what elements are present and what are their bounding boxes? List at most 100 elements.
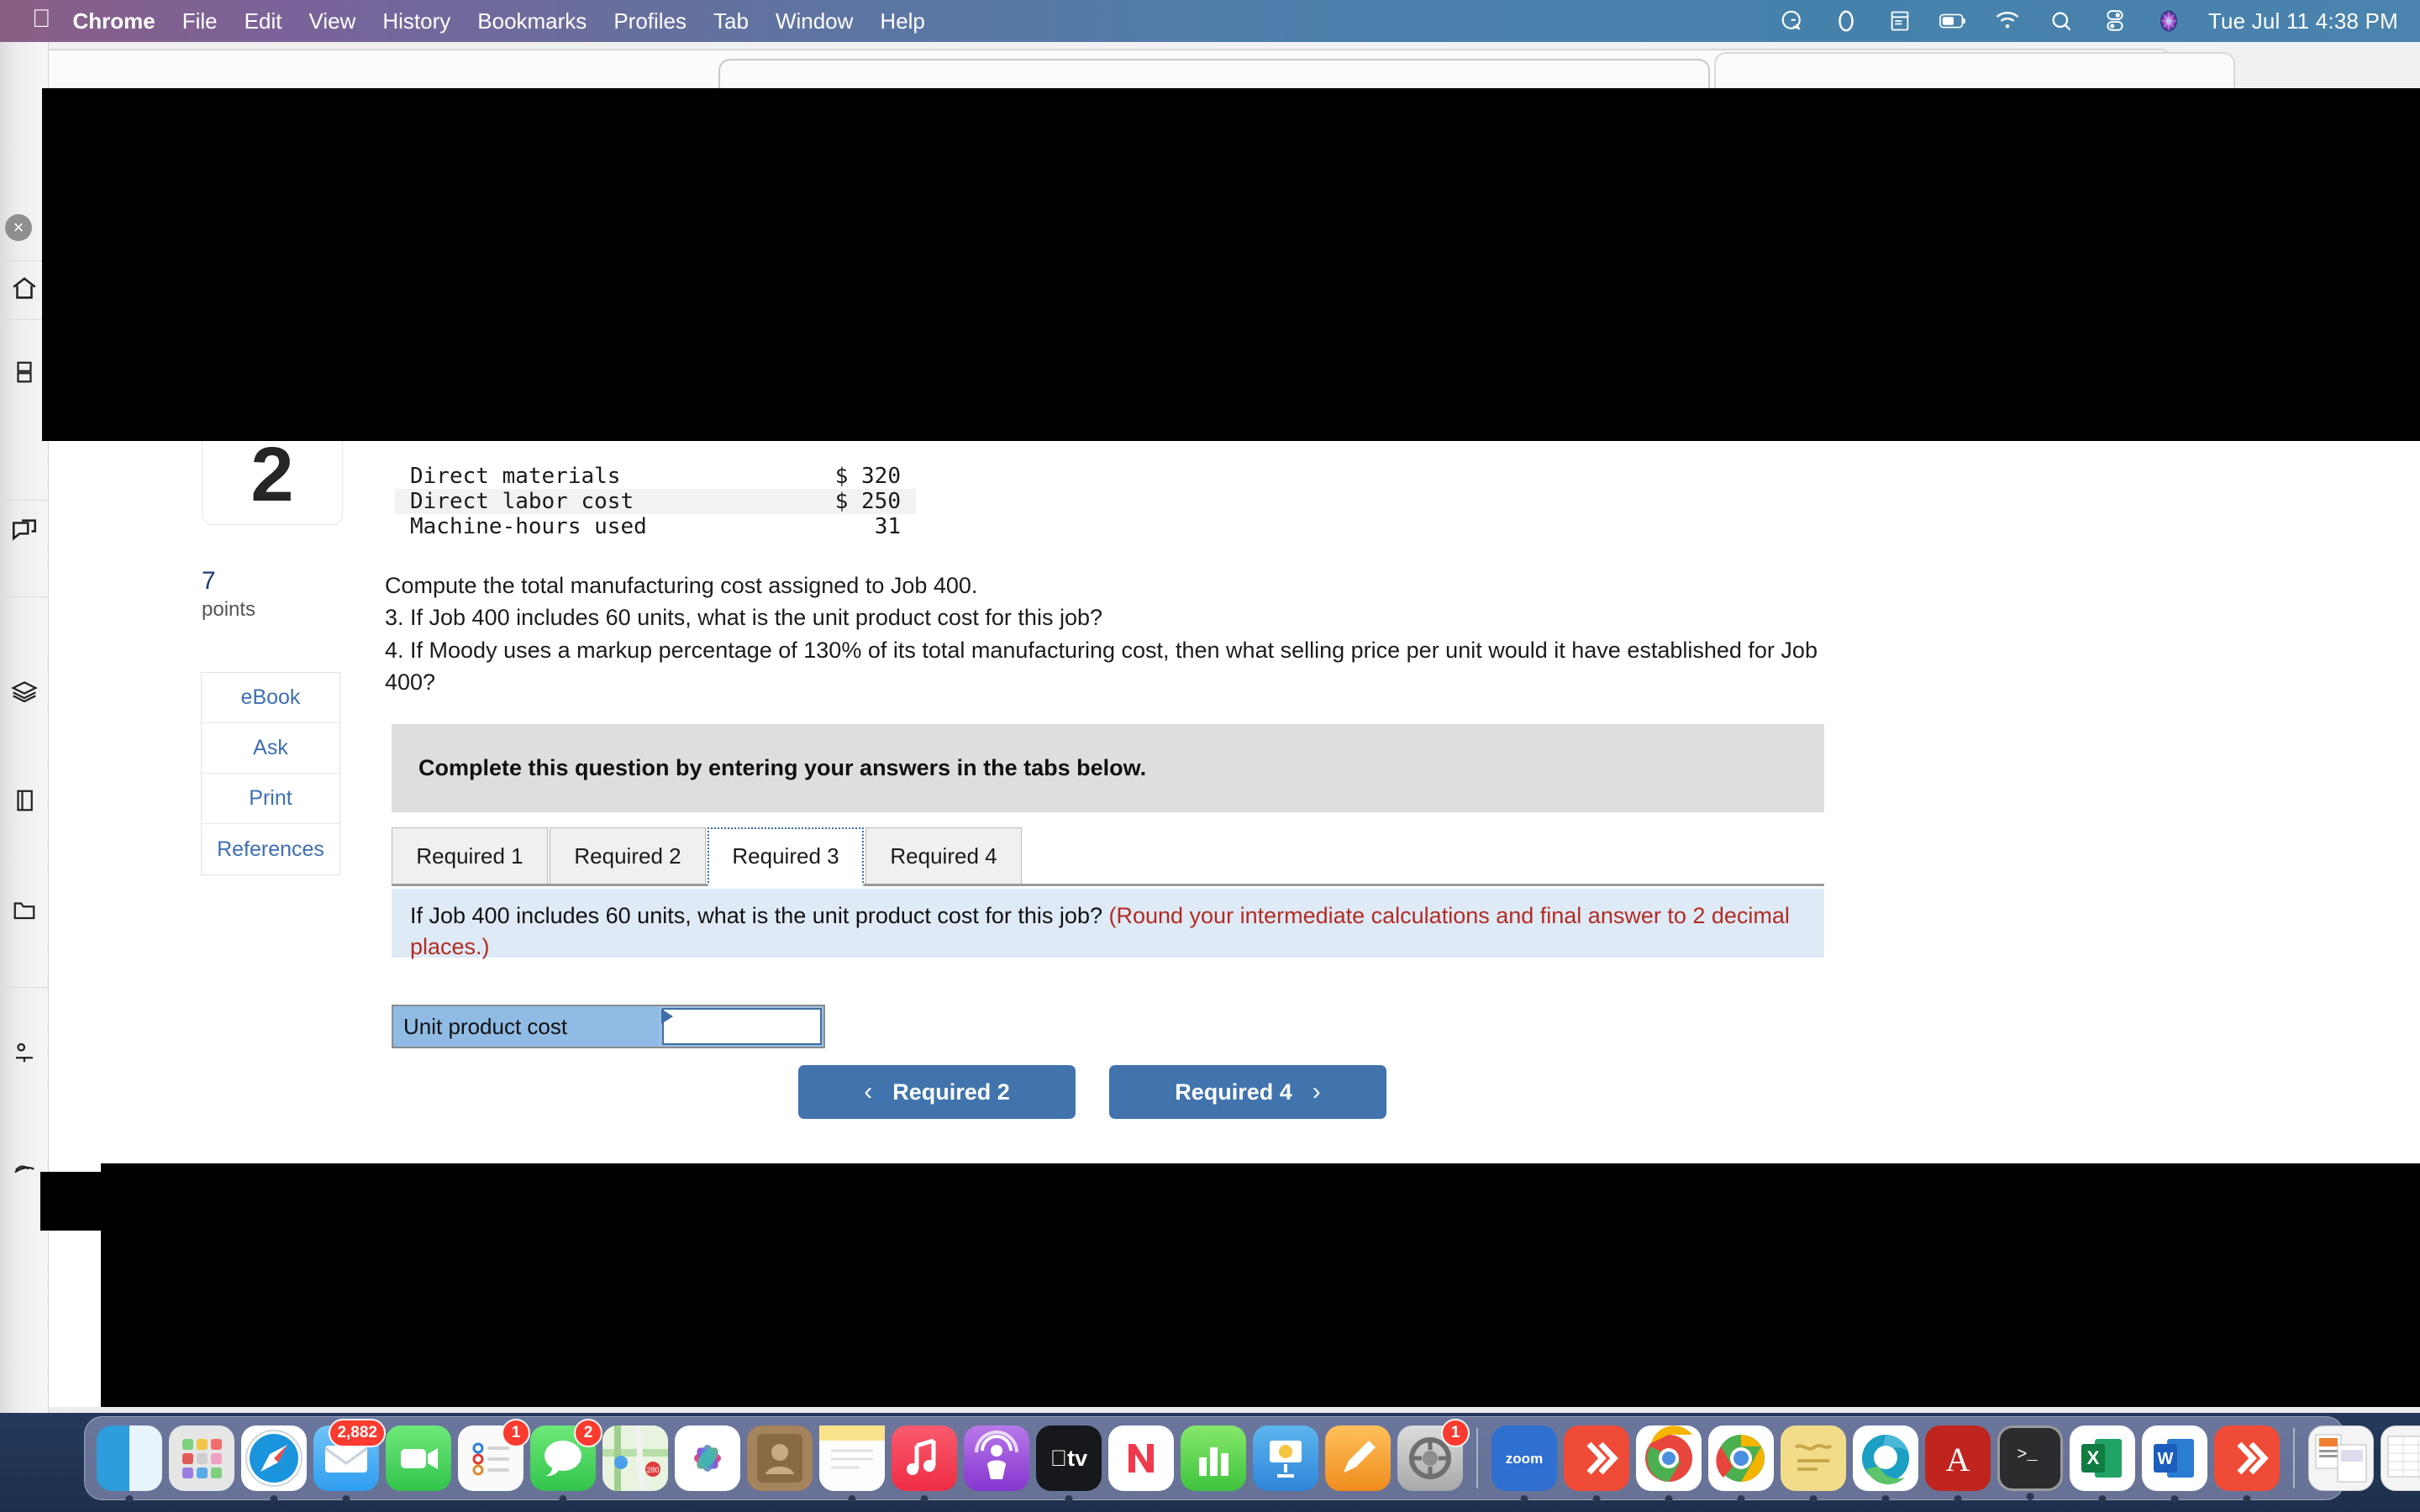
dock-item-messages[interactable]: 2 — [530, 1419, 602, 1503]
dock-item-anydesk[interactable] — [1564, 1425, 1629, 1503]
tab-required-2[interactable]: Required 2 — [550, 827, 706, 884]
tab-required-3[interactable]: Required 3 — [708, 827, 864, 886]
table-cell-value: $ 320 — [834, 464, 901, 489]
help-icon[interactable] — [5, 1151, 44, 1189]
close-icon[interactable]: × — [5, 214, 32, 241]
dock-item-mail[interactable]: 2,882 — [313, 1419, 386, 1503]
table-row: Direct materials $ 320 — [395, 464, 916, 489]
instruction-text: Complete this question by entering your … — [418, 755, 1147, 780]
library-icon[interactable] — [5, 672, 44, 711]
battery-icon[interactable] — [1939, 8, 1968, 34]
dock-item-finder[interactable] — [97, 1425, 162, 1503]
requirement-tabs: Required 1 Required 2 Required 3 Require… — [392, 827, 1824, 886]
macos-dock: 2,882 1 2 280 tv — [84, 1416, 2420, 1503]
dock-item-adobe-acrobat[interactable]: A — [1925, 1425, 1991, 1503]
dock-item-reminders[interactable]: 1 — [458, 1419, 530, 1491]
dock-item-chrome[interactable] — [1708, 1425, 1774, 1503]
menu-view[interactable]: View — [308, 8, 355, 34]
dock-item-microsoft-excel[interactable]: X — [2070, 1425, 2135, 1503]
dock-item-microsoft-word[interactable]: W — [2142, 1425, 2207, 1503]
dropbox-icon[interactable] — [1832, 8, 1860, 34]
menu-bookmarks[interactable]: Bookmarks — [477, 8, 587, 34]
dock-item-microsoft-edge[interactable] — [1853, 1425, 1918, 1503]
dock-item-pages[interactable] — [1325, 1425, 1391, 1491]
job-cost-table: Direct materials $ 320 Direct labor cost… — [395, 464, 916, 539]
dock-minimized-document-window[interactable] — [2308, 1425, 2374, 1491]
menu-bar-clock[interactable]: Tue Jul 11 4:38 PM — [2208, 8, 2398, 34]
siri-icon[interactable] — [2154, 8, 2183, 34]
prev-requirement-button[interactable]: ‹ Required 2 — [798, 1065, 1076, 1119]
tab-required-1[interactable]: Required 1 — [392, 827, 548, 884]
dock-item-stickies[interactable] — [1781, 1425, 1846, 1503]
table-row: Direct labor cost $ 250 — [395, 489, 916, 514]
prev-requirement-label: Required 2 — [892, 1079, 1010, 1105]
menu-chrome[interactable]: Chrome — [73, 8, 155, 34]
dock-badge: 1 — [1441, 1419, 1470, 1447]
svg-text:280: 280 — [646, 1466, 659, 1474]
requirement-question-text: If Job 400 includes 60 units, what is th… — [410, 903, 1109, 928]
points-label: points — [202, 598, 256, 621]
control-center-icon[interactable] — [2101, 8, 2129, 34]
home-icon[interactable] — [5, 269, 44, 307]
discussion-icon[interactable] — [5, 511, 44, 549]
dock-item-maps[interactable]: 280 — [602, 1425, 668, 1491]
tab-required-4[interactable]: Required 4 — [865, 827, 1022, 884]
answer-row-label: Unit product cost — [393, 1006, 659, 1047]
dock-item-terminal[interactable]: >_ — [1997, 1425, 2063, 1500]
dock-item-system-preferences[interactable]: 1 — [1397, 1419, 1470, 1491]
menu-edit[interactable]: Edit — [245, 8, 282, 34]
next-requirement-button[interactable]: Required 4 › — [1109, 1065, 1386, 1119]
requirement-question-panel: If Job 400 includes 60 units, what is th… — [392, 889, 1824, 959]
dock-item-photos[interactable] — [675, 1425, 740, 1491]
cursor-indicator-icon — [661, 1009, 673, 1024]
dock-separator-2 — [2293, 1428, 2295, 1488]
folder-icon[interactable] — [5, 890, 44, 929]
dock-item-chrome-alt[interactable] — [1636, 1425, 1702, 1503]
prompt-line-1: Compute the total manufacturing cost ass… — [385, 573, 978, 598]
dock-item-zoom[interactable]: zoom — [1491, 1425, 1557, 1503]
dock-item-podcasts[interactable] — [964, 1425, 1029, 1491]
question-prompt: Compute the total manufacturing cost ass… — [385, 570, 1847, 698]
ebook-button[interactable]: eBook — [202, 673, 339, 723]
dock-item-apple-tv[interactable]: tv — [1036, 1425, 1102, 1503]
settings-icon[interactable] — [5, 1033, 44, 1072]
dock-item-anydesk-2[interactable] — [2214, 1425, 2280, 1503]
dock-item-numbers[interactable] — [1181, 1425, 1246, 1491]
answer-input-wrap — [659, 1006, 823, 1047]
dock-minimized-spreadsheet-window[interactable] — [2381, 1425, 2420, 1491]
notebook-icon[interactable] — [5, 781, 44, 820]
unit-product-cost-input[interactable] — [662, 1008, 822, 1045]
dock-badge: 2,882 — [329, 1419, 386, 1447]
dock-item-safari[interactable] — [241, 1425, 307, 1503]
prompt-line-2: 3. If Job 400 includes 60 units, what is… — [385, 605, 1102, 631]
modules-icon[interactable] — [5, 353, 44, 391]
dock-item-music[interactable] — [892, 1425, 957, 1503]
dock-item-notes[interactable] — [819, 1425, 885, 1503]
ask-button[interactable]: Ask — [202, 723, 339, 774]
wifi-icon[interactable] — [1993, 8, 2022, 34]
menu-help[interactable]: Help — [880, 8, 924, 34]
menu-window[interactable]: Window — [776, 8, 853, 34]
references-button[interactable]: References — [202, 824, 339, 874]
dock-separator — [1476, 1428, 1478, 1488]
menu-history[interactable]: History — [382, 8, 450, 34]
dock-item-facetime[interactable] — [386, 1425, 451, 1491]
redaction-overlay-top — [42, 88, 2420, 441]
dock-item-news[interactable] — [1108, 1425, 1174, 1491]
dock-item-keynote[interactable] — [1253, 1425, 1318, 1491]
instruction-banner: Complete this question by entering your … — [392, 724, 1824, 812]
print-button[interactable]: Print — [202, 774, 339, 824]
menu-profiles[interactable]: Profiles — [613, 8, 687, 34]
menu-tab[interactable]: Tab — [713, 8, 749, 34]
spotlight-search-icon[interactable] — [2047, 8, 2075, 34]
grammarly-icon[interactable] — [1778, 8, 1807, 34]
dock-item-launchpad[interactable] — [169, 1425, 234, 1491]
svg-text:tv: tv — [1050, 1446, 1087, 1471]
svg-text:X: X — [2087, 1447, 2100, 1468]
table-cell-value: $ 250 — [834, 489, 901, 514]
table-cell-value: 31 — [874, 514, 901, 539]
dock-item-contacts[interactable] — [747, 1425, 813, 1491]
keyboard-shortcut-icon[interactable] — [1886, 8, 1914, 34]
menu-file[interactable]: File — [182, 8, 218, 34]
apple-logo-icon[interactable]:  — [32, 7, 51, 32]
